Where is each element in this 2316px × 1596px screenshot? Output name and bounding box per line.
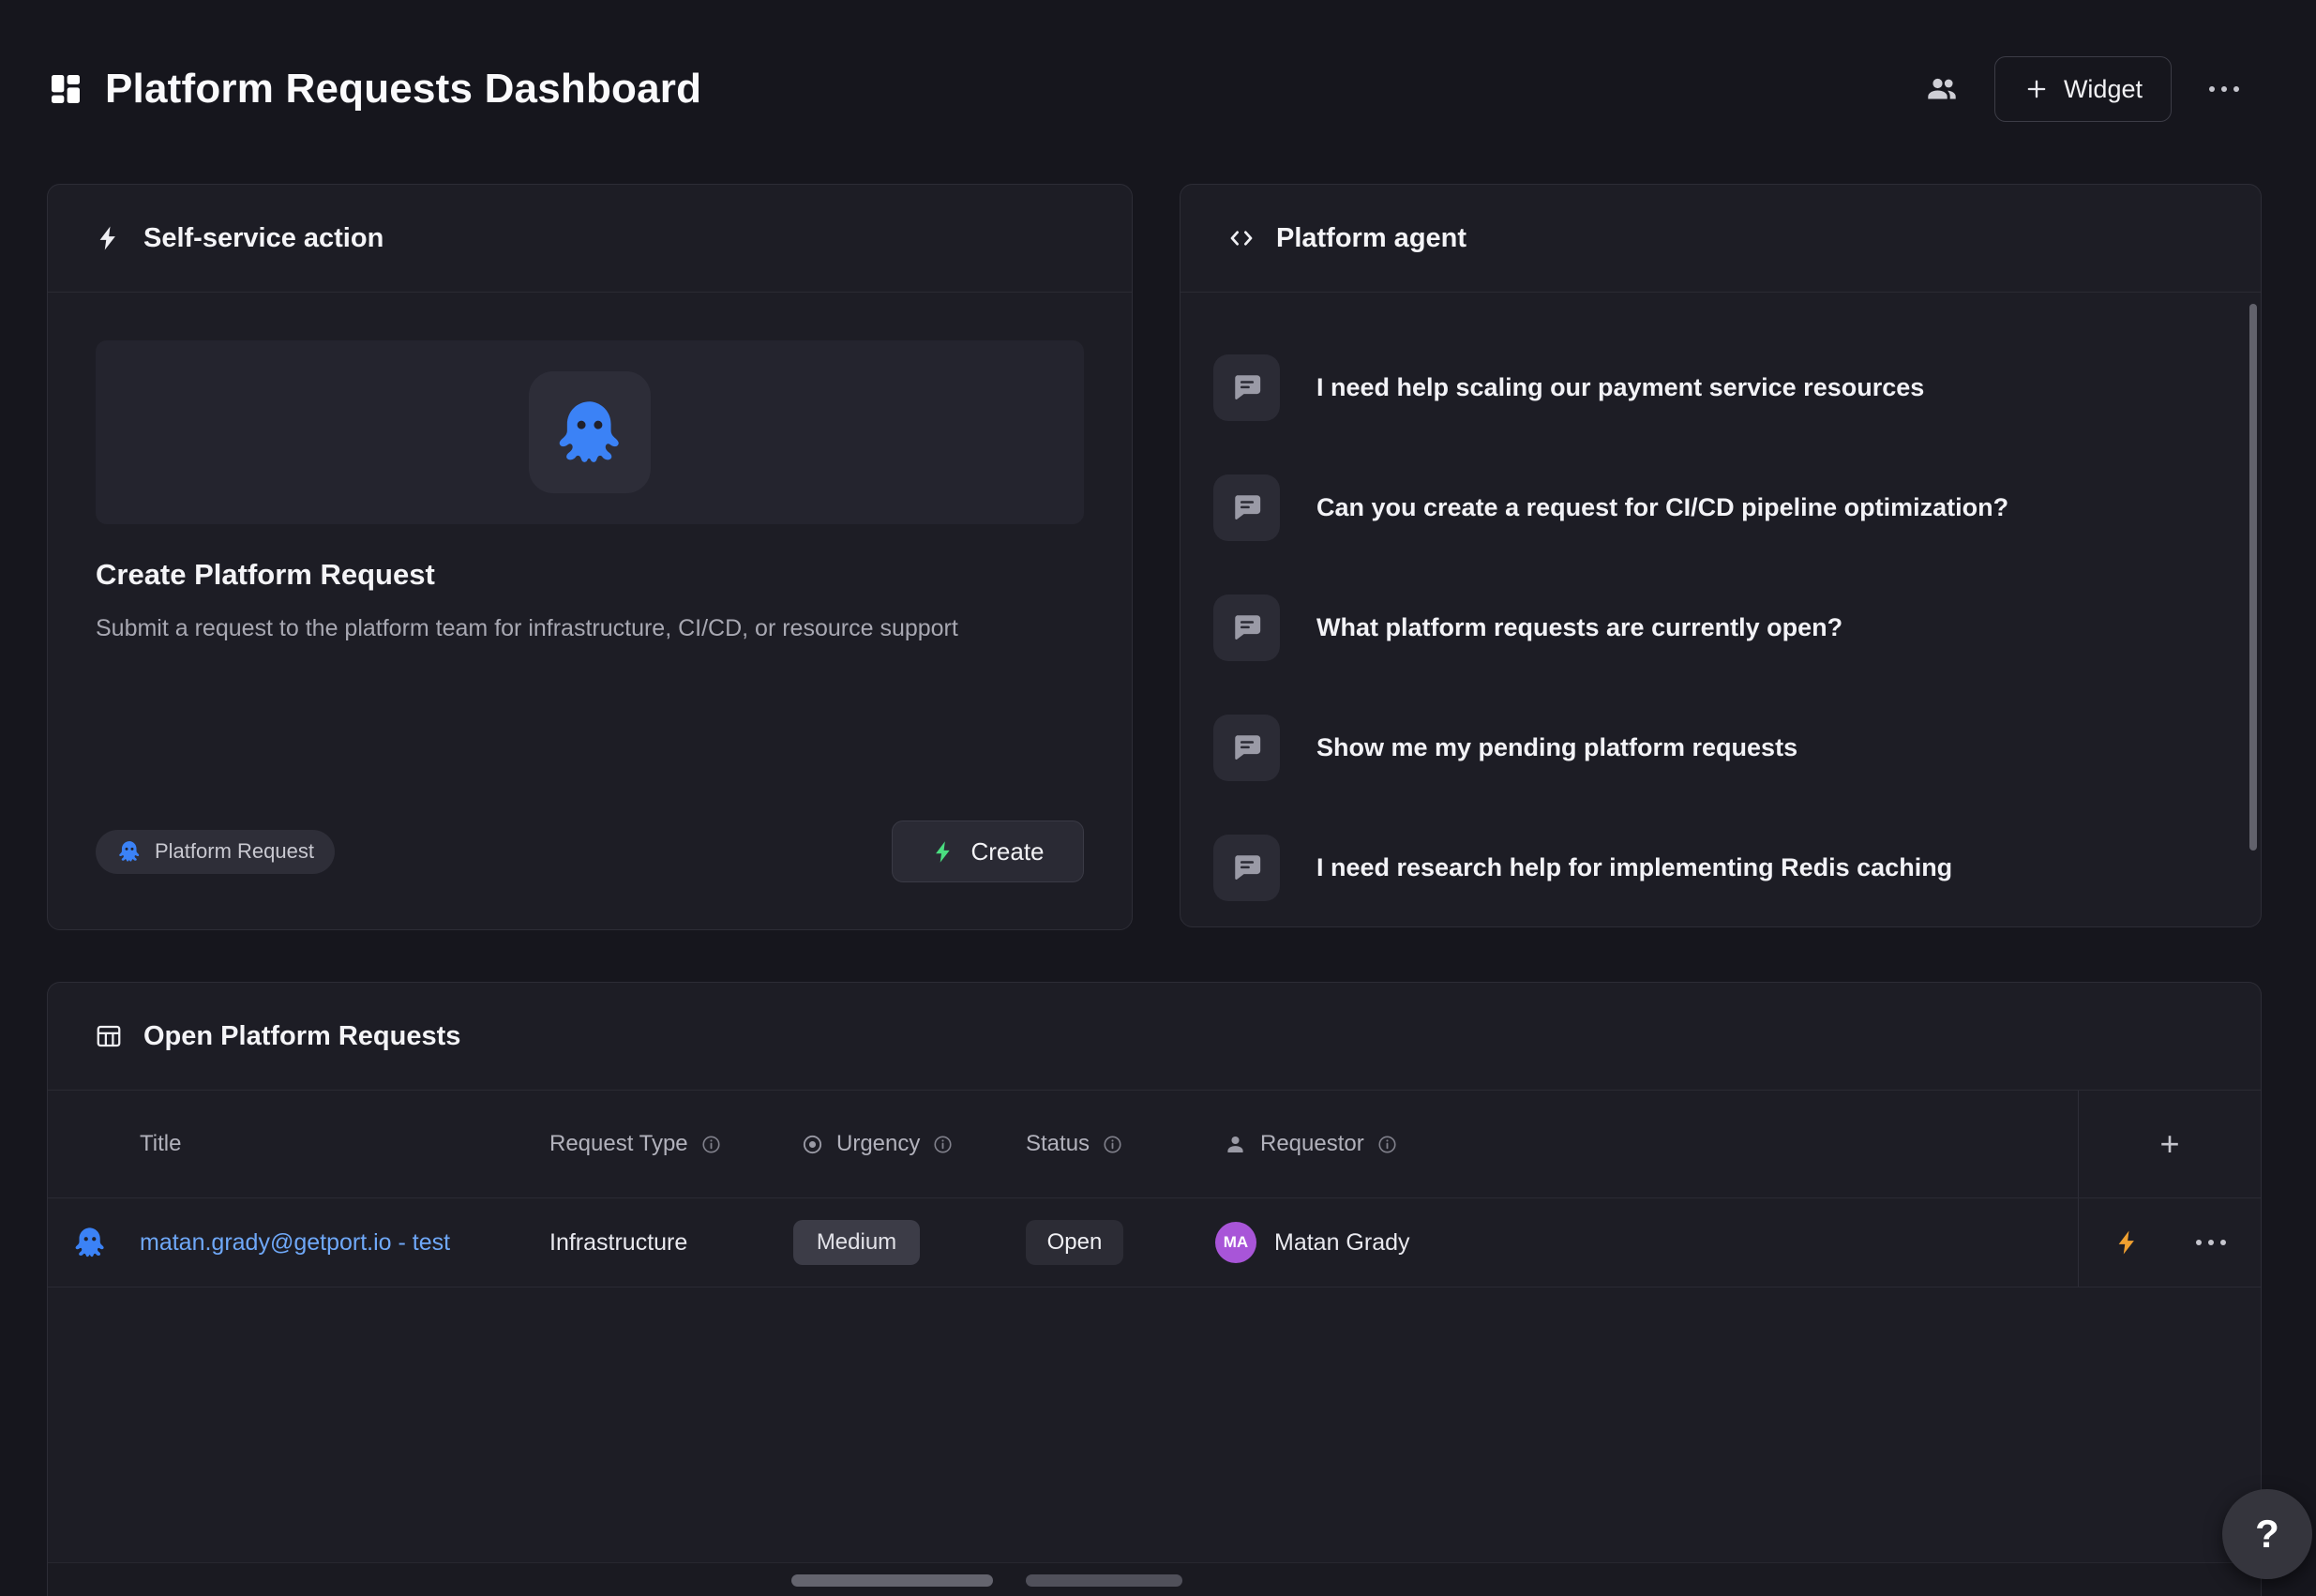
avatar: MA	[1215, 1222, 1256, 1263]
page-header: Platform Requests Dashboard Widget	[0, 0, 2316, 184]
column-header-status: Status	[1026, 1091, 1215, 1197]
table-icon	[95, 1022, 123, 1050]
bolt-icon	[2113, 1228, 2142, 1257]
blueprint-tag: Platform Request	[96, 830, 335, 874]
column-label: Status	[1026, 1131, 1090, 1157]
octopus-icon	[116, 838, 143, 865]
open-requests-card-header: Open Platform Requests	[48, 983, 2261, 1091]
request-type-value: Infrastructure	[549, 1229, 687, 1257]
self-service-card-footer: Platform Request Create	[96, 821, 1084, 882]
column-header-actions: +	[2078, 1091, 2261, 1197]
octopus-icon	[550, 393, 629, 472]
vertical-scrollbar-thumb[interactable]	[2249, 304, 2257, 851]
table-row: matan.grady@getport.io - test Infrastruc…	[48, 1198, 2261, 1287]
open-requests-card-title: Open Platform Requests	[143, 1021, 460, 1052]
agent-suggestion-text: What platform requests are currently ope…	[1316, 613, 1842, 642]
status-badge: Open	[1026, 1220, 1123, 1265]
agent-suggestion-text: I need help scaling our payment service …	[1316, 373, 1924, 402]
create-button-label: Create	[970, 837, 1044, 866]
cell-actions	[2078, 1198, 2261, 1287]
agent-suggestion-list: I need help scaling our payment service …	[1181, 293, 2261, 927]
bolt-icon	[95, 224, 123, 252]
people-icon	[1925, 72, 1959, 106]
chat-bubble-icon	[1213, 354, 1280, 421]
dashboard-logo-icon	[47, 70, 84, 108]
chat-bubble-icon	[1213, 474, 1280, 541]
help-button-label: ?	[2255, 1512, 2279, 1557]
plus-icon	[2023, 76, 2050, 102]
self-service-card-body: Create Platform Request Submit a request…	[48, 293, 1132, 929]
info-icon[interactable]	[932, 1134, 954, 1155]
table-header-row: Title Request Type Urgency Status Reques…	[48, 1091, 2261, 1198]
add-widget-button-label: Widget	[2064, 75, 2143, 104]
platform-requests-dashboard: Platform Requests Dashboard Widget Self-…	[0, 0, 2316, 1596]
person-icon	[1223, 1132, 1248, 1157]
octopus-icon-tile	[529, 371, 651, 493]
self-service-card-header: Self-service action	[48, 185, 1132, 293]
agent-suggestion[interactable]: Can you create a request for CI/CD pipel…	[1181, 447, 2261, 567]
code-icon	[1227, 224, 1256, 252]
requestor-name: Matan Grady	[1274, 1229, 1410, 1257]
add-widget-button[interactable]: Widget	[1994, 56, 2172, 122]
ellipsis-icon	[2196, 1240, 2226, 1245]
octopus-icon	[71, 1224, 109, 1261]
cell-status: Open	[1026, 1198, 1215, 1287]
action-title: Create Platform Request	[96, 558, 1084, 592]
horizontal-scrollbar-thumb[interactable]	[791, 1574, 993, 1587]
info-icon[interactable]	[700, 1134, 722, 1155]
open-requests-card: Open Platform Requests Title Request Typ…	[47, 982, 2262, 1596]
column-header-urgency: Urgency	[793, 1091, 1026, 1197]
row-menu-button[interactable]	[2190, 1234, 2232, 1251]
agent-suggestion-text: Show me my pending platform requests	[1316, 733, 1797, 762]
platform-agent-card: Platform agent I need help scaling our p…	[1180, 184, 2262, 927]
run-action-button[interactable]	[2108, 1223, 2147, 1262]
column-header-requestor: Requestor	[1215, 1091, 2078, 1197]
self-service-card-title: Self-service action	[143, 223, 383, 254]
column-label: Title	[140, 1131, 181, 1157]
column-label: Requestor	[1260, 1131, 1364, 1157]
agent-suggestion-text: Can you create a request for CI/CD pipel…	[1316, 493, 2008, 522]
action-illustration-tile	[96, 340, 1084, 524]
page-header-actions: Widget	[1916, 53, 2250, 126]
help-button[interactable]: ?	[2222, 1489, 2312, 1579]
bolt-icon	[931, 839, 956, 865]
self-service-card: Self-service action Create Platform Requ…	[47, 184, 1133, 930]
column-label: Urgency	[836, 1131, 920, 1157]
urgency-badge: Medium	[793, 1220, 920, 1265]
agent-suggestion[interactable]: I need help scaling our payment service …	[1181, 327, 2261, 447]
cell-requestor: MA Matan Grady	[1215, 1198, 2078, 1287]
page-header-left: Platform Requests Dashboard	[47, 53, 701, 126]
page-menu-button[interactable]	[2198, 63, 2250, 115]
create-button[interactable]: Create	[892, 821, 1084, 882]
platform-agent-card-header: Platform agent	[1181, 185, 2261, 293]
request-title-link[interactable]: matan.grady@getport.io - test	[140, 1229, 450, 1257]
column-label: Request Type	[549, 1131, 688, 1157]
column-header-request-type: Request Type	[549, 1091, 793, 1197]
cell-title: matan.grady@getport.io - test	[48, 1198, 549, 1287]
chat-bubble-icon	[1213, 595, 1280, 661]
cell-urgency: Medium	[793, 1198, 1026, 1287]
info-icon[interactable]	[1102, 1134, 1123, 1155]
chat-bubble-icon	[1213, 715, 1280, 781]
ellipsis-icon	[2209, 86, 2239, 92]
agent-suggestion-text: I need research help for implementing Re…	[1316, 853, 1952, 882]
action-description: Submit a request to the platform team fo…	[96, 610, 1024, 647]
add-column-button[interactable]: +	[2159, 1127, 2179, 1161]
radio-icon	[801, 1133, 824, 1156]
blueprint-tag-label: Platform Request	[155, 839, 314, 864]
agent-suggestion[interactable]: Show me my pending platform requests	[1181, 687, 2261, 807]
column-header-title: Title	[48, 1091, 549, 1197]
platform-agent-card-title: Platform agent	[1276, 223, 1466, 254]
info-icon[interactable]	[1376, 1134, 1398, 1155]
horizontal-scrollbar-thumb[interactable]	[1026, 1574, 1182, 1587]
page-title: Platform Requests Dashboard	[105, 66, 701, 113]
collaborators-button[interactable]	[1916, 63, 1968, 115]
table-horizontal-scrollbar	[48, 1562, 2261, 1596]
cell-request-type: Infrastructure	[549, 1198, 793, 1287]
agent-suggestion[interactable]: What platform requests are currently ope…	[1181, 567, 2261, 687]
chat-bubble-icon	[1213, 835, 1280, 901]
agent-suggestion[interactable]: I need research help for implementing Re…	[1181, 807, 2261, 927]
